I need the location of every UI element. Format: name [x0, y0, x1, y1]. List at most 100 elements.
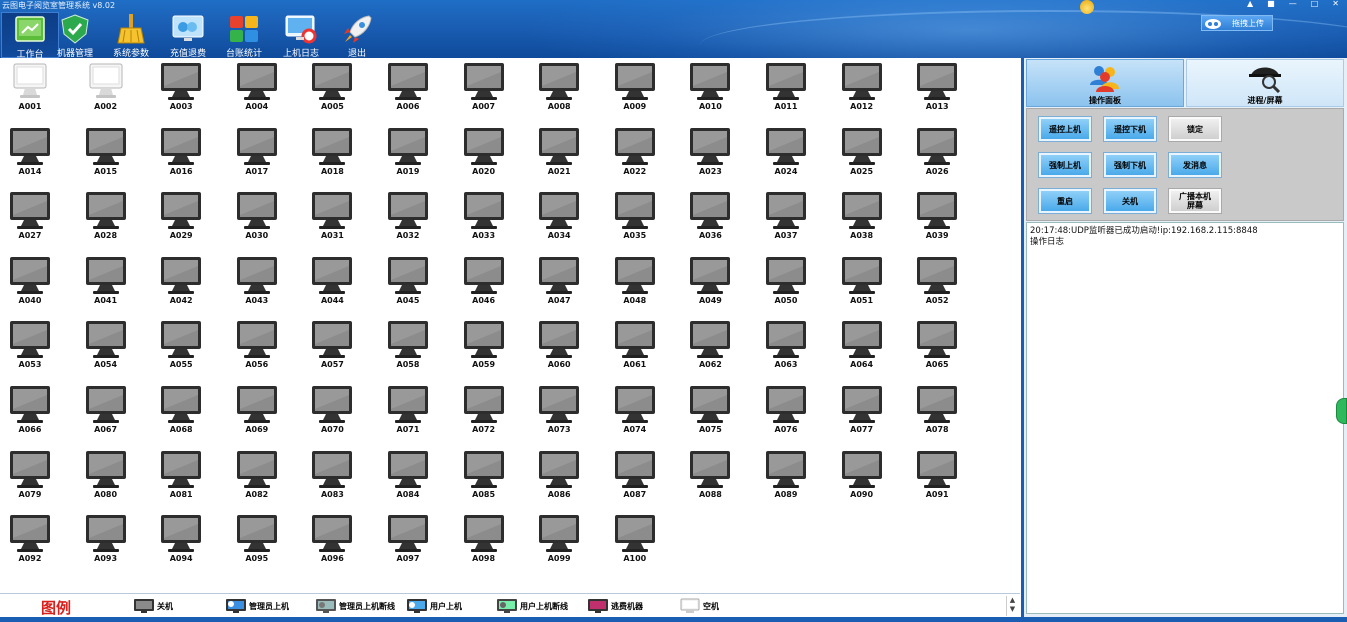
computer-A014[interactable]: A014 [2, 125, 58, 181]
drag-upload-button[interactable]: 拖拽上传 [1201, 15, 1273, 31]
computer-A017[interactable]: A017 [229, 125, 285, 181]
computer-A098[interactable]: A098 [456, 512, 512, 568]
computer-A003[interactable]: A003 [153, 60, 209, 116]
computer-A050[interactable]: A050 [758, 254, 814, 310]
computer-A037[interactable]: A037 [758, 189, 814, 245]
computer-A084[interactable]: A084 [380, 448, 436, 504]
computer-A076[interactable]: A076 [758, 383, 814, 439]
computer-A015[interactable]: A015 [78, 125, 134, 181]
computer-A082[interactable]: A082 [229, 448, 285, 504]
computer-A018[interactable]: A018 [304, 125, 360, 181]
computer-A055[interactable]: A055 [153, 318, 209, 374]
computer-A023[interactable]: A023 [682, 125, 738, 181]
computer-A100[interactable]: A100 [607, 512, 663, 568]
computer-A001[interactable]: A001 [2, 60, 58, 116]
computer-A085[interactable]: A085 [456, 448, 512, 504]
computer-A081[interactable]: A081 [153, 448, 209, 504]
computer-A059[interactable]: A059 [456, 318, 512, 374]
computer-A083[interactable]: A083 [304, 448, 360, 504]
computer-A033[interactable]: A033 [456, 189, 512, 245]
scroll-up-icon[interactable]: ▲ [1007, 596, 1018, 605]
computer-A070[interactable]: A070 [304, 383, 360, 439]
shutdown-button[interactable]: 关机 [1104, 189, 1156, 213]
remote-stop-button[interactable]: 遥控下机 [1104, 117, 1156, 141]
computer-A039[interactable]: A039 [909, 189, 965, 245]
computer-A060[interactable]: A060 [531, 318, 587, 374]
computer-A013[interactable]: A013 [909, 60, 965, 116]
computer-A047[interactable]: A047 [531, 254, 587, 310]
force-start-button[interactable]: 强制上机 [1039, 153, 1091, 177]
computer-A080[interactable]: A080 [78, 448, 134, 504]
computer-A071[interactable]: A071 [380, 383, 436, 439]
computer-A021[interactable]: A021 [531, 125, 587, 181]
computer-A061[interactable]: A061 [607, 318, 663, 374]
computer-A008[interactable]: A008 [531, 60, 587, 116]
computer-A029[interactable]: A029 [153, 189, 209, 245]
computer-A063[interactable]: A063 [758, 318, 814, 374]
computer-A026[interactable]: A026 [909, 125, 965, 181]
computer-A012[interactable]: A012 [834, 60, 890, 116]
force-stop-button[interactable]: 强制下机 [1104, 153, 1156, 177]
computer-A078[interactable]: A078 [909, 383, 965, 439]
computer-A006[interactable]: A006 [380, 60, 436, 116]
computer-A022[interactable]: A022 [607, 125, 663, 181]
computer-A041[interactable]: A041 [78, 254, 134, 310]
computer-A046[interactable]: A046 [456, 254, 512, 310]
toolbar-recharge[interactable]: 充值退费 [159, 12, 217, 58]
computer-A096[interactable]: A096 [304, 512, 360, 568]
computer-A064[interactable]: A064 [834, 318, 890, 374]
computer-A027[interactable]: A027 [2, 189, 58, 245]
computer-A068[interactable]: A068 [153, 383, 209, 439]
computer-A089[interactable]: A089 [758, 448, 814, 504]
toolbar-system-params[interactable]: 系统参数 [102, 12, 160, 58]
computer-A093[interactable]: A093 [78, 512, 134, 568]
computer-A036[interactable]: A036 [682, 189, 738, 245]
computer-A058[interactable]: A058 [380, 318, 436, 374]
computer-A035[interactable]: A035 [607, 189, 663, 245]
computer-A019[interactable]: A019 [380, 125, 436, 181]
toolbar-logs[interactable]: 上机日志 [272, 12, 330, 58]
remote-start-button[interactable]: 遥控上机 [1039, 117, 1091, 141]
computer-A087[interactable]: A087 [607, 448, 663, 504]
computer-A032[interactable]: A032 [380, 189, 436, 245]
send-message-button[interactable]: 发消息 [1169, 153, 1221, 177]
computer-A086[interactable]: A086 [531, 448, 587, 504]
computer-A049[interactable]: A049 [682, 254, 738, 310]
computer-A099[interactable]: A099 [531, 512, 587, 568]
computer-A043[interactable]: A043 [229, 254, 285, 310]
computer-A091[interactable]: A091 [909, 448, 965, 504]
skin-button[interactable]: ▲ [1247, 0, 1253, 8]
lock-button[interactable]: 锁定 [1169, 117, 1221, 141]
close-button[interactable]: ✕ [1332, 0, 1339, 8]
computer-A031[interactable]: A031 [304, 189, 360, 245]
computer-A095[interactable]: A095 [229, 512, 285, 568]
computer-A094[interactable]: A094 [153, 512, 209, 568]
computer-A040[interactable]: A040 [2, 254, 58, 310]
computer-A090[interactable]: A090 [834, 448, 890, 504]
computer-A065[interactable]: A065 [909, 318, 965, 374]
computer-A011[interactable]: A011 [758, 60, 814, 116]
computer-A042[interactable]: A042 [153, 254, 209, 310]
computer-A097[interactable]: A097 [380, 512, 436, 568]
computer-A075[interactable]: A075 [682, 383, 738, 439]
computer-A067[interactable]: A067 [78, 383, 134, 439]
computer-A010[interactable]: A010 [682, 60, 738, 116]
computer-A005[interactable]: A005 [304, 60, 360, 116]
computer-A092[interactable]: A092 [2, 512, 58, 568]
toolbar-exit[interactable]: 退出 [328, 12, 386, 58]
computer-A054[interactable]: A054 [78, 318, 134, 374]
computer-A074[interactable]: A074 [607, 383, 663, 439]
computer-A024[interactable]: A024 [758, 125, 814, 181]
minimize-button[interactable]: — [1289, 0, 1297, 8]
computer-A007[interactable]: A007 [456, 60, 512, 116]
legend-scrollbar[interactable]: ▲ ▼ [1006, 596, 1018, 616]
computer-A073[interactable]: A073 [531, 383, 587, 439]
broadcast-screen-button[interactable]: 广播本机屏幕 [1169, 189, 1221, 213]
computer-A051[interactable]: A051 [834, 254, 890, 310]
toolbar-ledger[interactable]: 台账统计 [215, 12, 273, 58]
notification-bulb-icon[interactable] [1080, 0, 1094, 14]
computer-A057[interactable]: A057 [304, 318, 360, 374]
toolbar-machine-manage[interactable]: 机器管理 [46, 12, 104, 58]
computer-A077[interactable]: A077 [834, 383, 890, 439]
computer-A066[interactable]: A066 [2, 383, 58, 439]
